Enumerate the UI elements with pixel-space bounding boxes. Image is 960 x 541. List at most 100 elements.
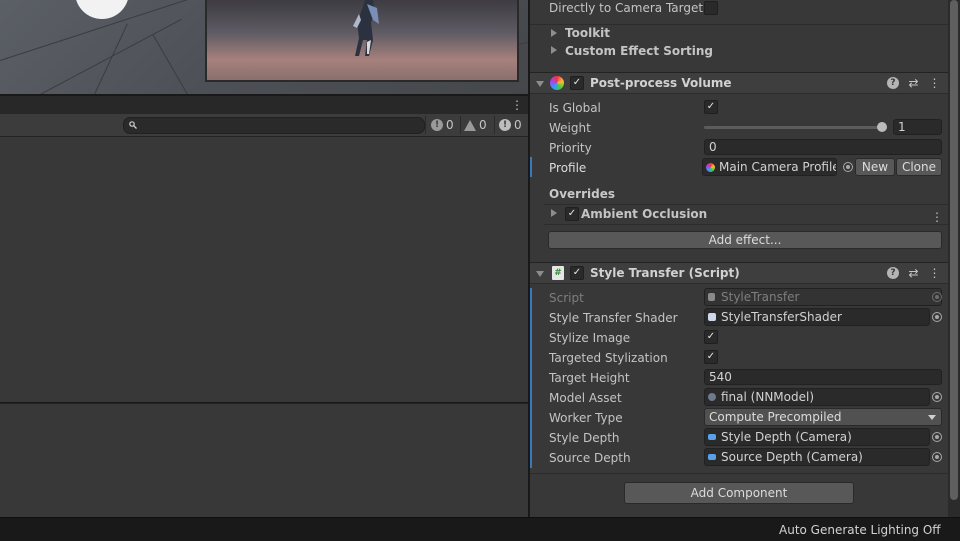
console-log-list[interactable] <box>0 137 528 402</box>
warning-count: 0 <box>479 118 487 132</box>
stylize-image-label: Stylize Image <box>549 331 631 345</box>
stylize-image-checkbox[interactable]: ✓ <box>704 330 718 344</box>
ppv-enabled-checkbox[interactable]: ✓ <box>570 76 584 90</box>
profile-label: Profile <box>549 161 587 175</box>
model-asset-value: final (NNModel) <box>721 390 815 404</box>
priority-field[interactable]: 0 <box>704 139 942 155</box>
ao-override[interactable]: Ambient Occlusion <box>581 207 707 221</box>
scrollbar-thumb[interactable] <box>950 0 958 500</box>
help-icon[interactable]: ? <box>887 77 899 89</box>
ppv-component-header[interactable]: ✓ Post-process Volume ? ⇄ ⋮ <box>530 72 948 94</box>
ppv-component-icon <box>550 76 564 90</box>
script-icon: # <box>552 266 564 280</box>
script-file-icon <box>708 293 715 301</box>
preset-icon[interactable]: ⇄ <box>907 76 920 90</box>
floor-grid-line <box>152 34 189 94</box>
chevron-down-icon <box>928 415 936 420</box>
camera-icon <box>708 454 716 460</box>
worker-type-label: Worker Type <box>549 411 623 425</box>
status-bar: Auto Generate Lighting Off <box>0 517 960 541</box>
style-transfer-title: Style Transfer (Script) <box>590 266 740 280</box>
console-detail-area[interactable] <box>0 403 528 518</box>
error-count-toggle[interactable]: ! 0 <box>499 116 522 134</box>
help-icon[interactable]: ? <box>887 267 899 279</box>
log-count-toggle[interactable]: ! 0 <box>431 116 454 134</box>
camera-preview <box>205 0 519 82</box>
weight-slider-thumb[interactable] <box>877 122 887 132</box>
divider <box>530 24 948 25</box>
targeted-stylization-checkbox[interactable]: ✓ <box>704 350 718 364</box>
script-label: Script <box>549 291 584 305</box>
worker-type-dropdown[interactable]: Compute Precompiled <box>704 408 942 426</box>
object-picker-icon[interactable] <box>932 392 942 402</box>
style-transfer-fold-icon[interactable] <box>536 271 544 277</box>
model-asset-icon <box>708 393 716 401</box>
style-depth-value: Style Depth (Camera) <box>721 430 852 444</box>
shader-asset-icon <box>708 313 716 321</box>
new-profile-button[interactable]: New <box>855 158 895 176</box>
add-effect-button[interactable]: Add effect... <box>548 231 942 249</box>
worker-type-value: Compute Precompiled <box>709 410 842 424</box>
modified-indicator <box>530 157 532 177</box>
object-picker-icon[interactable] <box>843 162 853 172</box>
modified-indicator <box>530 288 532 468</box>
floor-grid-line <box>93 23 128 94</box>
shader-label: Style Transfer Shader <box>549 311 678 325</box>
console-search-input[interactable] <box>123 117 425 134</box>
ao-fold-icon[interactable] <box>551 209 557 217</box>
lighting-status-text[interactable]: Auto Generate Lighting Off <box>779 523 941 537</box>
object-picker-icon[interactable] <box>932 432 942 442</box>
model-asset-label: Model Asset <box>549 391 622 405</box>
toolbar-divider <box>494 116 495 134</box>
script-field: StyleTransfer <box>704 288 942 306</box>
more-options-icon[interactable]: ⋮ <box>511 99 523 111</box>
is-global-checkbox[interactable]: ✓ <box>704 100 718 114</box>
model-asset-field[interactable]: final (NNModel) <box>704 388 930 406</box>
warning-count-toggle[interactable]: 0 <box>464 116 487 134</box>
error-count: 0 <box>514 118 522 132</box>
profile-field[interactable]: Main Camera Profile <box>702 158 837 176</box>
toolkit-foldout[interactable]: Toolkit <box>565 26 610 40</box>
targeted-stylization-label: Targeted Stylization <box>549 351 668 365</box>
overrides-heading: Overrides <box>549 187 615 201</box>
divider <box>544 224 948 225</box>
style-depth-field[interactable]: Style Depth (Camera) <box>704 428 930 446</box>
divider <box>530 473 948 474</box>
camera-target-label: Directly to Camera Target <box>549 1 704 15</box>
console-tab-bar: ⋮ <box>0 96 528 115</box>
camera-target-checkbox[interactable] <box>704 1 718 15</box>
more-options-icon[interactable]: ⋮ <box>928 76 941 90</box>
custom-sorting-foldout[interactable]: Custom Effect Sorting <box>565 44 713 58</box>
weight-slider-track[interactable] <box>704 126 884 129</box>
source-depth-value: Source Depth (Camera) <box>721 450 863 464</box>
weight-field[interactable]: 1 <box>893 119 942 135</box>
character-figure <box>353 0 379 56</box>
sorting-fold-icon[interactable] <box>551 46 557 54</box>
log-count: 0 <box>446 118 454 132</box>
style-transfer-component-header[interactable]: # ✓ Style Transfer (Script) ? ⇄ ⋮ <box>530 262 948 284</box>
toolbar-divider <box>460 116 461 134</box>
object-picker-icon[interactable] <box>932 452 942 462</box>
error-icon: ! <box>499 119 511 131</box>
add-component-button[interactable]: Add Component <box>624 482 854 504</box>
object-picker-icon[interactable] <box>932 312 942 322</box>
more-options-icon[interactable]: ⋮ <box>928 266 941 280</box>
toolkit-fold-icon[interactable] <box>551 29 557 37</box>
light-gizmo-icon[interactable] <box>75 0 129 19</box>
style-transfer-enabled-checkbox[interactable]: ✓ <box>570 266 584 280</box>
ao-enabled-checkbox[interactable]: ✓ <box>565 207 579 221</box>
source-depth-field[interactable]: Source Depth (Camera) <box>704 448 930 466</box>
preset-icon[interactable]: ⇄ <box>907 266 920 280</box>
shader-field[interactable]: StyleTransferShader <box>704 308 930 326</box>
camera-icon <box>708 434 716 440</box>
more-options-icon[interactable]: ⋮ <box>931 210 943 224</box>
source-depth-label: Source Depth <box>549 451 631 465</box>
target-height-field[interactable]: 540 <box>704 369 942 385</box>
clone-profile-button[interactable]: Clone <box>896 158 942 176</box>
toolbar-divider <box>425 116 426 134</box>
priority-label: Priority <box>549 141 592 155</box>
weight-label: Weight <box>549 121 591 135</box>
profile-asset-icon <box>706 163 715 172</box>
ppv-fold-icon[interactable] <box>536 81 544 87</box>
ppv-title: Post-process Volume <box>590 76 732 90</box>
